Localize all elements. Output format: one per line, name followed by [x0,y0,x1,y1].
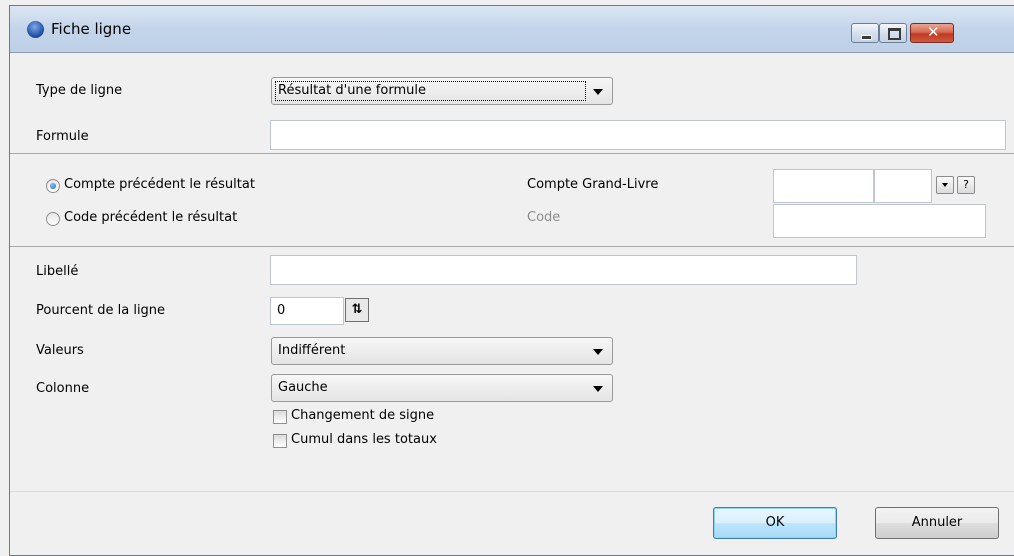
colonne-value: Gauche [278,380,328,395]
cumul-totaux-checkbox[interactable] [273,434,287,448]
colonne-label: Colonne [36,381,90,396]
compte-grand-livre-input-2[interactable] [874,169,932,203]
type-ligne-select[interactable]: Résultat d'une formule [271,77,613,105]
annuler-button[interactable]: Annuler [875,507,999,539]
minimize-button[interactable] [851,23,879,43]
pourcent-label: Pourcent de la ligne [36,303,166,318]
pourcent-value: 0 [277,303,286,318]
compte-grand-livre-input[interactable] [773,169,874,203]
compte-dropdown-button[interactable] [936,176,954,194]
code-input[interactable] [773,204,986,238]
dialog-window: Fiche ligne ✕ Type de ligne Résultat d'u… [9,5,1014,556]
libelle-input[interactable] [270,255,857,285]
app-globe-icon [27,21,44,38]
radio-compte-label[interactable]: Compte précédent le résultat [64,177,255,192]
valeurs-label: Valeurs [36,343,84,358]
ok-button[interactable]: OK [713,507,837,539]
formule-label: Formule [36,129,89,144]
chevron-down-icon[interactable] [593,386,603,392]
valeurs-select[interactable]: Indifférent [271,337,613,365]
cumul-totaux-label[interactable]: Cumul dans les totaux [291,432,437,447]
chevron-down-icon [942,183,948,187]
radio-compte-precedent[interactable] [46,179,60,193]
maximize-button[interactable] [879,23,907,43]
pourcent-spin-button[interactable]: ⇅ [345,298,369,322]
formule-input[interactable] [270,120,1006,150]
maximize-icon [888,28,901,40]
libelle-label: Libellé [36,264,79,279]
compte-code-group: Compte précédent le résultat Code précéd… [10,153,1014,247]
close-icon: ✕ [927,23,940,41]
spin-arrows-icon: ⇅ [351,302,363,317]
minimize-icon [861,35,872,40]
pourcent-input[interactable]: 0 [270,297,344,325]
title-bar[interactable]: Fiche ligne ✕ [10,6,1014,53]
code-label: Code [527,210,561,225]
radio-code-precedent[interactable] [46,212,60,226]
changement-signe-checkbox[interactable] [273,410,287,424]
button-bar: OK Annuler [10,492,1014,555]
window-title: Fiche ligne [51,20,132,38]
dialog-content: Type de ligne Résultat d'une formule For… [10,53,1014,555]
radio-code-label[interactable]: Code précédent le résultat [64,210,237,225]
colonne-select[interactable]: Gauche [271,374,613,402]
compte-grand-livre-label: Compte Grand-Livre [527,177,659,192]
changement-signe-label[interactable]: Changement de signe [291,408,434,423]
type-ligne-value: Résultat d'une formule [278,83,426,98]
chevron-down-icon[interactable] [593,349,603,355]
chevron-down-icon[interactable] [593,89,603,95]
type-ligne-label: Type de ligne [36,83,123,98]
valeurs-value: Indifférent [278,343,346,358]
close-button[interactable]: ✕ [910,23,954,43]
help-button[interactable]: ? [957,176,975,194]
